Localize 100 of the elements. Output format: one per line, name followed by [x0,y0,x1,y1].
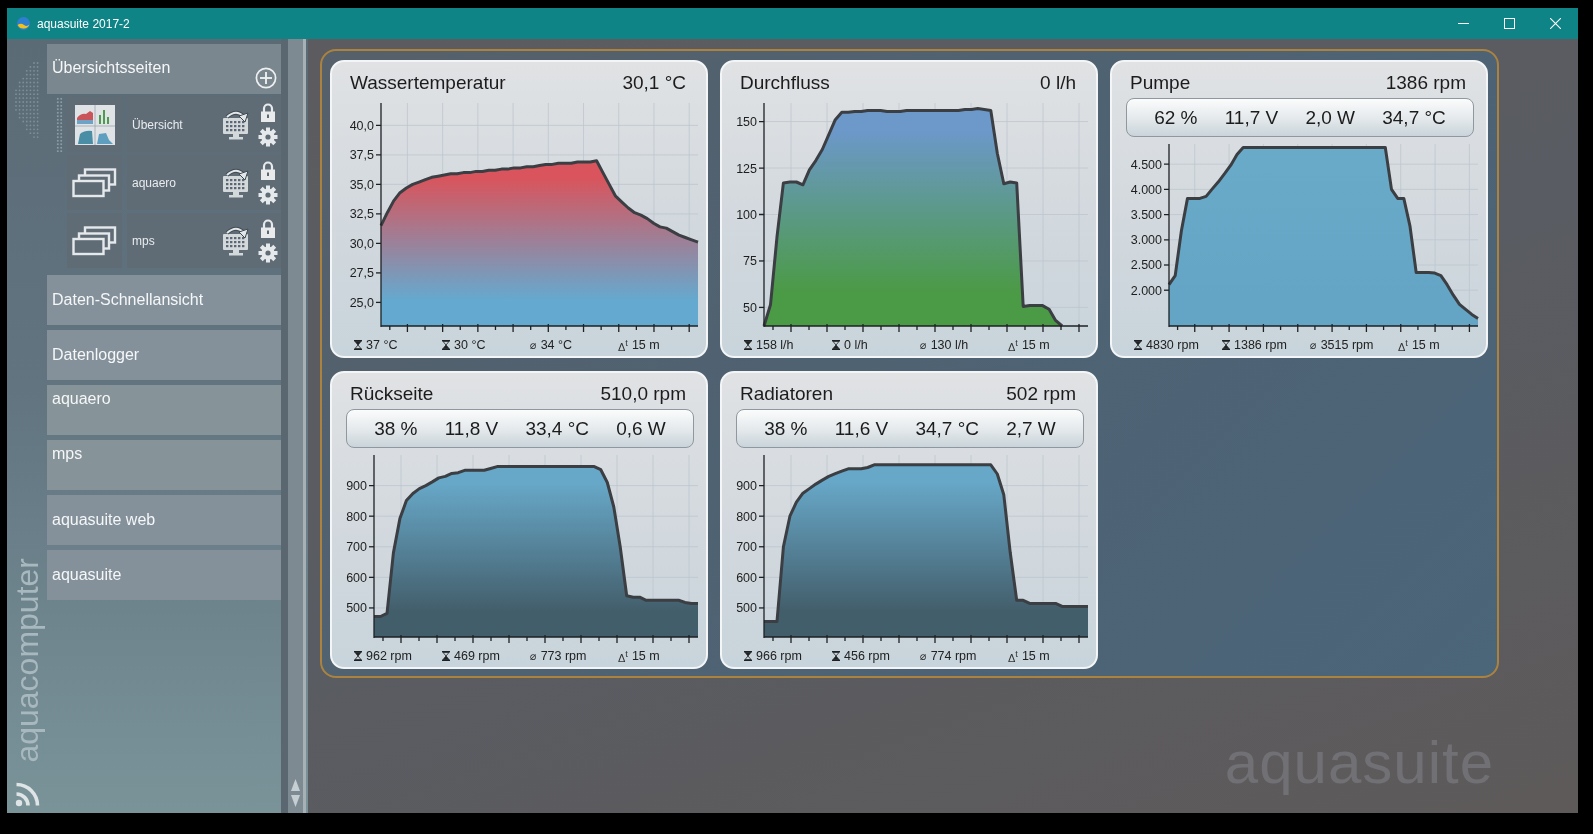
y-axis-label: 600 [736,570,757,585]
reading-value: 2,7 W [1006,417,1056,440]
y-axis-label: 700 [736,540,757,555]
stat-value: 0 l/h [844,338,868,352]
hourglass-icon [744,651,752,661]
y-axis-label: 75 [743,254,757,269]
sidebar-item[interactable]: mps [47,440,281,490]
y-axis-label: 35,0 [349,177,374,192]
card-value: 510,0 rpm [600,383,686,405]
sidebar-item[interactable]: Daten-Schnellansicht [47,275,281,325]
reading-value: 11,7 V [1224,106,1279,129]
gear-icon[interactable] [258,242,278,263]
stat-value: 15 m [631,649,660,663]
y-axis-label: 125 [736,161,757,176]
y-axis-label: 900 [736,479,757,494]
card-value: 30,1 °C [622,72,686,94]
gear-icon[interactable] [258,126,278,147]
y-axis-label: 2.500 [1130,258,1162,273]
stat-value: 1386 rpm [1234,338,1287,352]
y-axis-label: 600 [346,570,367,585]
stat-value: 37 °C [366,338,398,352]
page-item[interactable]: mps [127,213,281,268]
card-title: Durchfluss [740,72,830,94]
window-title: aquasuite 2017-2 [37,16,131,31]
rss-icon[interactable] [14,781,40,807]
monitor-arrow-icon[interactable] [222,167,250,198]
hourglass-icon [442,340,450,350]
y-axis-label: 2.000 [1130,283,1162,298]
stat-value: 34 °C [540,338,573,352]
stat-symbol: Δ$^{t}$ [1008,337,1018,353]
monitor-arrow-icon[interactable] [222,225,250,256]
stat-symbol: ⌀ [530,649,537,663]
y-axis-label: 3.000 [1130,233,1162,248]
y-axis-label: 500 [736,601,757,616]
y-axis-label: 30,0 [349,236,374,251]
y-axis-label: 700 [346,540,367,555]
card-title: Radiatoren [740,383,833,405]
y-axis-label: 100 [736,208,757,222]
stat-symbol: Δ$^{t}$ [1398,337,1408,353]
stat-symbol: Δ$^{t}$ [1008,648,1018,664]
reading-value: 11,6 V [834,417,889,440]
hourglass-icon [832,651,840,661]
stat-symbol: ⌀ [530,338,537,352]
brand-logo-text: aquacomputer [11,558,43,763]
stat-value: 962 rpm [366,649,412,663]
y-axis-label: 4.000 [1130,182,1162,197]
stat-symbol: Δ$^{t}$ [618,648,628,664]
y-axis-label: 800 [346,509,367,524]
hourglass-icon [354,651,362,661]
y-axis-label: 25,0 [349,295,374,310]
reading-value: 34,7 °C [915,417,979,440]
sidebar-item[interactable]: aquaero [47,385,281,435]
y-axis-label: 800 [736,509,757,524]
lock-icon[interactable] [260,218,276,238]
page-label: aquaero [132,175,178,190]
y-axis-label: 37,5 [349,148,374,163]
stat-value: 15 m [1411,338,1440,352]
y-axis-label: 32,5 [349,207,374,222]
page-item[interactable]: aquaero [127,155,281,210]
stat-value: 3515 rpm [1320,338,1374,352]
reading-value: 34,7 °C [1382,106,1446,129]
stat-value: 4830 rpm [1146,338,1199,352]
stacked-windows-icon[interactable] [67,213,122,268]
page-label: Übersicht [132,117,184,132]
stat-value: 774 rpm [930,649,977,663]
add-circle-icon[interactable] [255,67,277,89]
close-icon [1549,18,1561,29]
y-axis-label: 500 [346,601,367,616]
sidebar-item[interactable]: aquasuite [47,550,281,600]
app-logo-icon [17,17,30,30]
hourglass-icon [1134,340,1142,350]
sidebar-item[interactable]: Datenlogger [47,330,281,380]
reading-value: 33,4 °C [525,417,589,440]
y-axis-label: 27,5 [349,266,374,281]
lock-icon[interactable] [260,102,276,122]
gear-icon[interactable] [258,184,278,205]
stat-value: 15 m [631,338,660,352]
sidebar-group-header[interactable]: Übersichtsseiten [47,44,281,94]
monitor-arrow-icon[interactable] [222,109,250,140]
maximize-icon [1503,18,1515,29]
stat-value: 966 rpm [756,649,802,663]
group-title: Übersichtsseiten [52,58,171,77]
reading-value: 62 % [1154,106,1198,129]
stat-value: 456 rpm [844,649,890,663]
stat-symbol: ⌀ [1310,338,1317,352]
dot-grid-icon [14,61,40,139]
page-label: mps [132,233,156,248]
sidebar-item[interactable]: aquasuite web [47,495,281,545]
card-value: 1386 rpm [1385,72,1466,94]
y-axis-label: 3.500 [1130,208,1162,223]
y-axis-label: 900 [346,479,367,494]
card-value: 502 rpm [1006,383,1076,405]
reading-value: 0,6 W [616,417,666,440]
hourglass-icon [354,340,362,350]
stat-value: 15 m [1021,649,1050,663]
reading-value: 2,0 W [1305,106,1356,129]
stat-symbol: ⌀ [920,338,927,352]
lock-icon[interactable] [260,160,276,180]
hourglass-icon [744,340,752,350]
card-value: 0 l/h [1040,72,1076,94]
